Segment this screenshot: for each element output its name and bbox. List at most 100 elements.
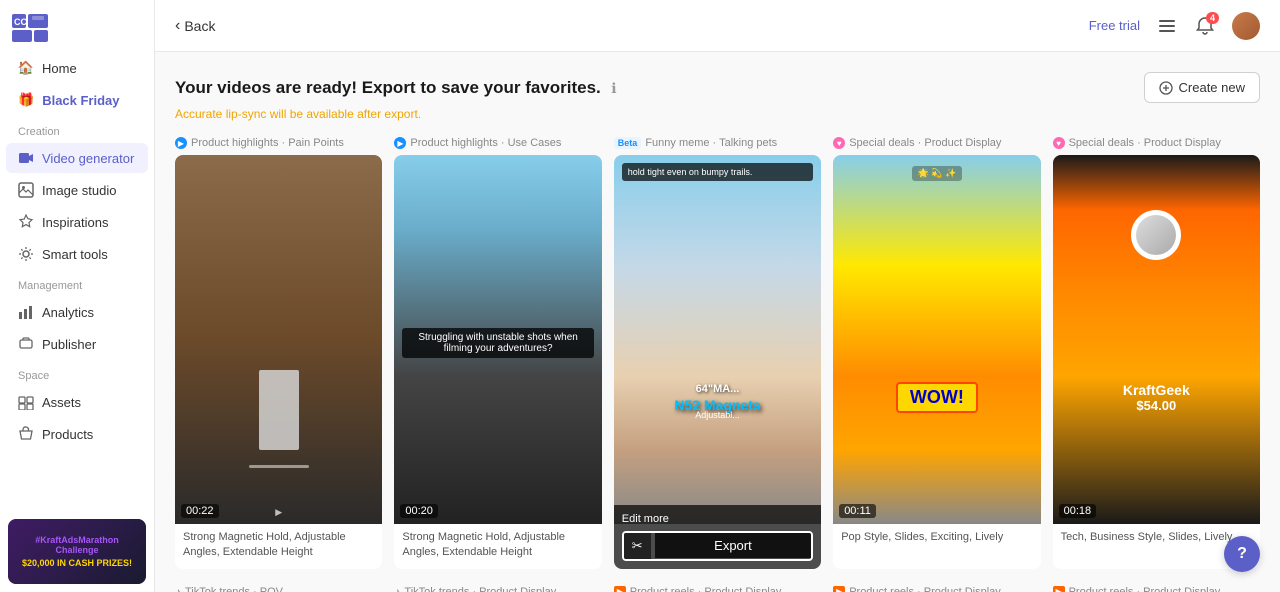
main-content: ‹ Back Free trial 4 Your videos are read… xyxy=(155,0,1280,592)
thumb-5: KraftGeek $54.00 00:18 xyxy=(1053,155,1260,524)
duration-4: 00:11 xyxy=(839,504,876,518)
page-subtitle: Accurate lip-sync will be available afte… xyxy=(175,107,1260,121)
row1-col5-header: ♥ Special deals · Product Display xyxy=(1053,137,1260,149)
export-button[interactable]: Export xyxy=(655,533,811,558)
video-card-2[interactable]: Struggling with unstable shots when film… xyxy=(394,155,601,569)
row2-col1-label: TikTok trends · POV xyxy=(185,586,283,592)
wow-text: WOW! xyxy=(896,382,978,413)
creation-section-label: Creation xyxy=(0,116,154,142)
col2-type-icon: ▶ xyxy=(394,137,406,149)
create-icon xyxy=(1159,81,1173,95)
black-friday-banner[interactable]: #KraftAdsMarathon Challenge $20,000 IN C… xyxy=(8,519,146,584)
scissors-icon: ✂ xyxy=(632,538,643,554)
notification-badge: 4 xyxy=(1206,12,1219,24)
col1-type-icon: ▶ xyxy=(175,137,187,149)
inspirations-label: Inspirations xyxy=(42,215,108,230)
title-row: Your videos are ready! Export to save yo… xyxy=(175,72,1260,103)
row1-headers: ▶ Product highlights · Pain Points ▶ Pro… xyxy=(175,137,1260,149)
video-card-5[interactable]: KraftGeek $54.00 00:18 Tech, Business St… xyxy=(1053,155,1260,569)
col5-type-icon: ♥ xyxy=(1053,137,1065,149)
sidebar-item-home[interactable]: 🏠 Home xyxy=(6,53,148,83)
sidebar-item-video-generator[interactable]: Video generator xyxy=(6,143,148,173)
free-trial-button[interactable]: Free trial xyxy=(1089,18,1140,33)
sidebar-item-analytics[interactable]: Analytics xyxy=(6,297,148,327)
export-overlay: Edit more ✂ Export xyxy=(614,505,821,569)
beta-badge: Beta xyxy=(614,137,642,149)
video-info-2: Strong Magnetic Hold, Adjustable Angles,… xyxy=(394,524,601,569)
products-icon xyxy=(18,426,34,442)
logo: CC xyxy=(0,0,154,52)
create-new-label: Create new xyxy=(1179,80,1245,95)
content-area: Your videos are ready! Export to save yo… xyxy=(155,52,1280,592)
thumb-1: ▶ 00:22 xyxy=(175,155,382,524)
duration-5: 00:18 xyxy=(1059,504,1097,518)
sidebar-item-products[interactable]: Products xyxy=(6,419,148,449)
info-icon[interactable]: ℹ xyxy=(611,80,616,96)
image-studio-icon xyxy=(18,182,34,198)
export-row: ✂ Export xyxy=(622,531,813,561)
capcut-logo: CC xyxy=(12,14,48,42)
kraft-name: KraftGeek xyxy=(1053,382,1260,398)
menu-icon[interactable] xyxy=(1156,15,1178,37)
thumb-text-3b: 64"MA... xyxy=(614,383,821,395)
analytics-label: Analytics xyxy=(42,305,94,320)
inspirations-icon xyxy=(18,214,34,230)
thumb-3: hold tight even on bumpy trails. N52 Mag… xyxy=(614,155,821,524)
col5-type-label: Special deals · Product Display xyxy=(1069,137,1221,149)
col4-type-label: Special deals · Product Display xyxy=(849,137,1001,149)
thumb-4: 🌟 💫 ✨ WOW! 00:11 xyxy=(833,155,1040,524)
video-info-4: Pop Style, Slides, Exciting, Lively xyxy=(833,524,1040,553)
video-card-4[interactable]: 🌟 💫 ✨ WOW! 00:11 Pop Style, Slides, Exci… xyxy=(833,155,1040,569)
sidebar-item-image-studio[interactable]: Image studio xyxy=(6,175,148,205)
sidebar-item-black-friday[interactable]: 🎁 Black Friday xyxy=(6,85,148,115)
page-title-container: Your videos are ready! Export to save yo… xyxy=(175,78,617,98)
create-new-button[interactable]: Create new xyxy=(1144,72,1260,103)
management-section-label: Management xyxy=(0,270,154,296)
video-generator-icon xyxy=(18,150,34,166)
back-label: Back xyxy=(184,18,215,34)
scissors-button[interactable]: ✂ xyxy=(624,533,651,559)
kraft-price: $54.00 xyxy=(1053,398,1260,413)
black-friday-label: Black Friday xyxy=(42,93,119,108)
notification-icon[interactable]: 4 xyxy=(1194,15,1216,37)
tiktok-icon-1: ♪ xyxy=(175,585,181,592)
row2-headers: ♪ TikTok trends · POV ♪ TikTok trends · … xyxy=(175,585,1260,592)
duration-1: 00:22 xyxy=(181,504,219,518)
space-section-label: Space xyxy=(0,360,154,386)
back-button[interactable]: ‹ Back xyxy=(175,17,215,35)
duration-2: 00:20 xyxy=(400,504,438,518)
header: ‹ Back Free trial 4 xyxy=(155,0,1280,52)
row1-col1-header: ▶ Product highlights · Pain Points xyxy=(175,137,382,149)
video-generator-label: Video generator xyxy=(42,151,134,166)
user-avatar[interactable] xyxy=(1232,12,1260,40)
assets-icon xyxy=(18,394,34,410)
smart-tools-label: Smart tools xyxy=(42,247,108,262)
video-card-1[interactable]: ▶ 00:22 Strong Magnetic Hold, Adjustable… xyxy=(175,155,382,569)
sidebar-item-assets[interactable]: Assets xyxy=(6,387,148,417)
video-card-3[interactable]: hold tight even on bumpy trails. N52 Mag… xyxy=(614,155,821,569)
row2-col2-header: ♪ TikTok trends · Product Display xyxy=(394,585,601,592)
reel-icon-3: ▶ xyxy=(1053,586,1065,592)
sidebar-item-smart-tools[interactable]: Smart tools xyxy=(6,239,148,269)
col4-type-icon: ♥ xyxy=(833,137,845,149)
row2-col3-header: ▶ Product reels · Product Display xyxy=(614,585,821,592)
publisher-icon xyxy=(18,336,34,352)
col2-type-label: Product highlights · Use Cases xyxy=(410,137,561,149)
svg-text:CC: CC xyxy=(14,17,27,27)
home-label: Home xyxy=(42,61,77,76)
col1-type-label: Product highlights · Pain Points xyxy=(191,137,344,149)
row2-col1-header: ♪ TikTok trends · POV xyxy=(175,585,382,592)
thumb-text-3c: Adjustabl... xyxy=(614,410,821,420)
help-button[interactable]: ? xyxy=(1224,536,1260,572)
image-studio-label: Image studio xyxy=(42,183,116,198)
row2-col5-label: Product reels · Product Display xyxy=(1069,586,1221,592)
page-title: Your videos are ready! Export to save yo… xyxy=(175,78,601,97)
thumb-2: Struggling with unstable shots when film… xyxy=(394,155,601,524)
row1-videos: ▶ 00:22 Strong Magnetic Hold, Adjustable… xyxy=(175,155,1260,569)
header-left: ‹ Back xyxy=(175,17,215,35)
sidebar-item-inspirations[interactable]: Inspirations xyxy=(6,207,148,237)
sidebar-item-publisher[interactable]: Publisher xyxy=(6,329,148,359)
row2-col4-header: ▶ Product reels · Product Display xyxy=(833,585,1040,592)
row2-col4-label: Product reels · Product Display xyxy=(849,586,1001,592)
reel-icon-1: ▶ xyxy=(614,586,626,592)
